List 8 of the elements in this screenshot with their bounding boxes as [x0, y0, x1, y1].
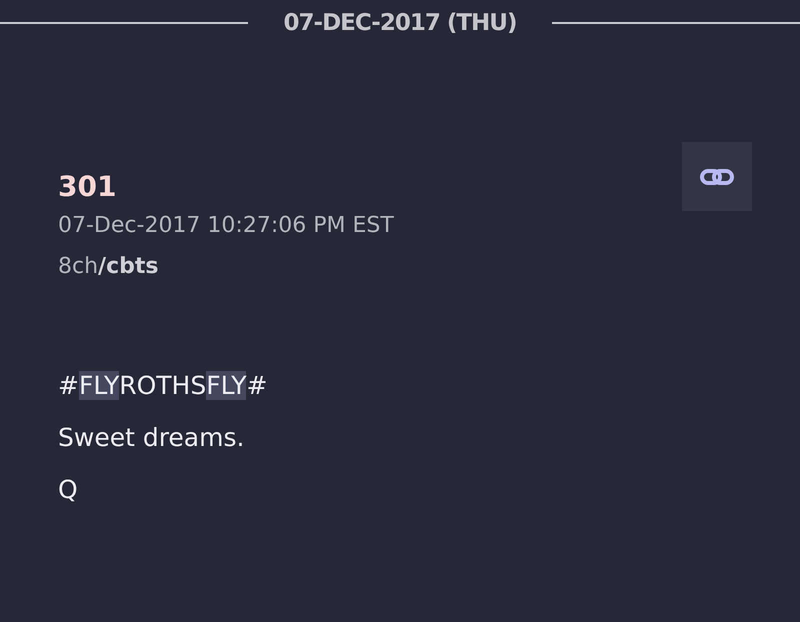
board-source: 8ch/cbts — [58, 254, 160, 279]
permalink-button[interactable] — [682, 142, 752, 211]
post-line: #FLYROTHSFLY# — [58, 370, 268, 402]
post-timestamp: 07-Dec-2017 10:27:06 PM EST — [58, 213, 395, 238]
post-number: 301 — [58, 170, 116, 203]
post-line: Q — [58, 474, 79, 506]
post-line: Sweet dreams. — [58, 422, 246, 454]
date-header: 07-DEC-2017 (THU) — [284, 10, 516, 36]
